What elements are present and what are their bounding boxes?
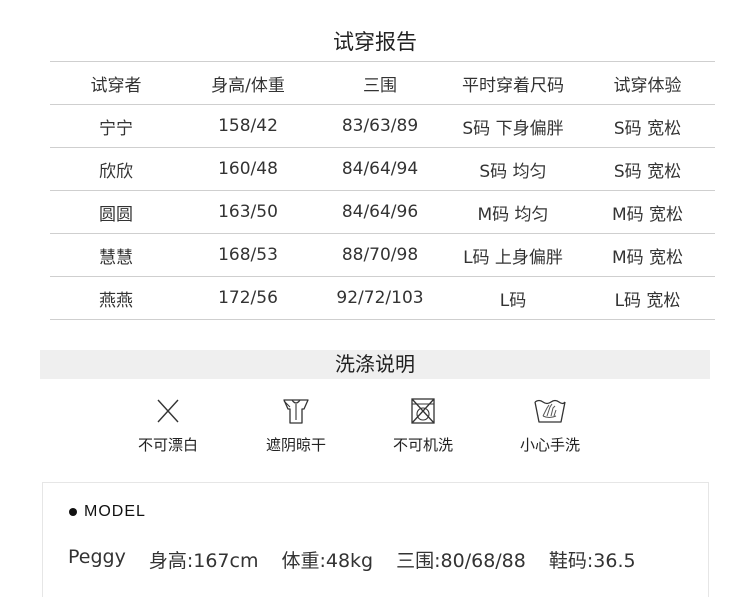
table-row: 圆圆 163/50 84/64/96 M码 均匀 M码 宽松 (50, 191, 715, 234)
wash-instructions-title: 洗涤说明 (40, 350, 710, 379)
care-label: 遮阴晾干 (265, 436, 326, 454)
fitting-report-table: 试穿者 身高/体重 三围 平时穿着尺码 试穿体验 宁宁 158/42 83/63… (50, 61, 715, 320)
table-cell: M码 宽松 (611, 204, 684, 225)
table-cell: 燕燕 (99, 290, 133, 311)
report-title: 试穿报告 (333, 30, 417, 54)
model-title: MODEL (84, 503, 146, 520)
care-label: 小心手洗 (519, 436, 580, 454)
table-cell: 宁宁 (99, 118, 133, 139)
care-item-no-bleach: 不可漂白 (103, 396, 233, 455)
model-stats: Peggy 身高:167cm 体重:48kg 三围:80/68/88 鞋码:36… (68, 546, 659, 573)
model-name: Peggy (68, 546, 126, 568)
table-cell: S码 宽松 (613, 118, 682, 139)
model-weight: 体重:48kg (281, 550, 374, 572)
model-shoe-size: 鞋码:36.5 (548, 550, 636, 572)
table-cell: 84/64/96 (341, 202, 419, 222)
table-cell: 圆圆 (99, 204, 133, 225)
table-cell: S码 均匀 (479, 161, 547, 182)
table-cell: 163/50 (218, 202, 278, 222)
no-bleach-icon (157, 399, 179, 423)
care-item-hand-wash: 小心手洗 (485, 396, 615, 455)
table-row: 欣欣 160/48 84/64/94 S码 均匀 S码 宽松 (50, 148, 715, 191)
model-info-box: MODEL Peggy 身高:167cm 体重:48kg 三围:80/68/88… (42, 482, 709, 597)
care-label: 不可机洗 (392, 436, 453, 454)
table-cell: 92/72/103 (336, 288, 424, 308)
model-height: 身高:167cm (148, 550, 259, 572)
table-cell: 158/42 (218, 116, 278, 136)
model-measurements: 三围:80/68/88 (396, 550, 526, 572)
table-cell: 慧慧 (99, 247, 133, 268)
table-cell: S码 宽松 (613, 161, 682, 182)
shade-dry-icon (283, 399, 309, 424)
table-cell: 88/70/98 (341, 245, 419, 265)
column-header: 身高/体重 (211, 75, 285, 96)
column-header: 三围 (363, 75, 397, 96)
care-item-shade-dry: 遮阴晾干 (231, 396, 361, 455)
table-cell: 172/56 (218, 288, 278, 308)
no-machine-wash-icon (411, 398, 435, 424)
table-cell: 160/48 (218, 159, 278, 179)
column-header: 试穿者 (90, 75, 142, 96)
column-header: 平时穿着尺码 (462, 75, 564, 96)
bullet-dot-icon (69, 508, 77, 516)
table-cell: L码 宽松 (614, 290, 681, 311)
table-row: 慧慧 168/53 88/70/98 L码 上身偏胖 M码 宽松 (50, 234, 715, 277)
care-item-no-machine-wash: 不可机洗 (358, 396, 488, 455)
table-cell: S码 下身偏胖 (462, 118, 564, 139)
table-cell: M码 宽松 (611, 247, 684, 268)
table-cell: 欣欣 (99, 161, 133, 182)
table-cell: 83/63/89 (341, 116, 419, 136)
column-header: 试穿体验 (613, 75, 682, 96)
table-cell: L码 上身偏胖 (463, 247, 563, 268)
table-header-row: 试穿者 身高/体重 三围 平时穿着尺码 试穿体验 (50, 62, 715, 105)
table-row: 燕燕 172/56 92/72/103 L码 L码 宽松 (50, 277, 715, 320)
hand-wash-icon (534, 399, 566, 423)
table-cell: 168/53 (218, 245, 278, 265)
table-cell: L码 (499, 290, 527, 311)
model-heading: MODEL (69, 503, 146, 521)
table-cell: M码 均匀 (477, 204, 549, 225)
table-row: 宁宁 158/42 83/63/89 S码 下身偏胖 S码 宽松 (50, 105, 715, 148)
care-label: 不可漂白 (137, 436, 198, 454)
table-cell: 84/64/94 (341, 159, 419, 179)
